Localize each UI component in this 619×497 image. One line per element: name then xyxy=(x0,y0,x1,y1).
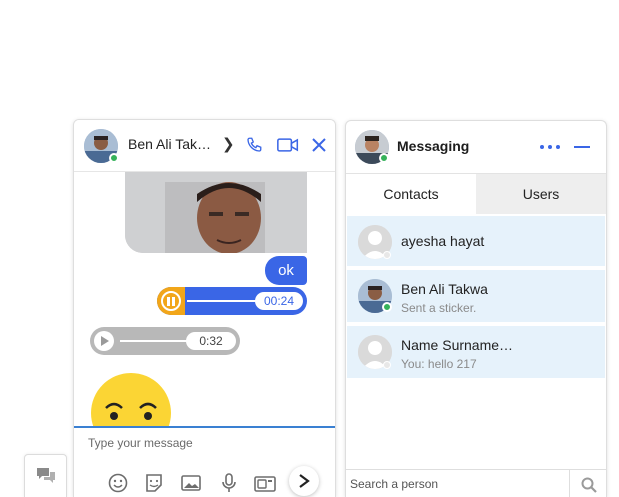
emoji-face-sticker-icon xyxy=(91,373,171,426)
tab-users[interactable]: Users xyxy=(476,174,606,214)
close-icon xyxy=(312,138,326,152)
minimize-button[interactable] xyxy=(574,146,590,148)
video-camera-icon xyxy=(277,138,299,152)
audio-progress-track[interactable] xyxy=(187,300,263,302)
message-composer xyxy=(74,426,335,497)
contact-last-message: You: hello 217 xyxy=(401,357,477,371)
contact-item[interactable]: Name Surname… You: hello 217 xyxy=(347,326,605,378)
chevron-right-icon[interactable]: ❯ xyxy=(222,135,235,153)
audio-duration: 00:24 xyxy=(255,292,303,310)
offline-indicator xyxy=(383,361,391,369)
message-input[interactable] xyxy=(88,434,318,452)
more-options-button[interactable] xyxy=(540,140,560,154)
image-button[interactable] xyxy=(180,472,202,494)
sticker-button[interactable] xyxy=(143,472,165,494)
play-button[interactable] xyxy=(94,331,114,351)
microphone-button[interactable] xyxy=(218,472,240,494)
contact-last-message: Sent a sticker. xyxy=(401,301,477,315)
online-indicator xyxy=(379,153,389,163)
outgoing-audio-message: 00:24 xyxy=(157,287,307,315)
video-call-button[interactable] xyxy=(277,134,299,156)
emoji-button[interactable] xyxy=(107,472,129,494)
offline-indicator xyxy=(383,251,391,259)
contact-item[interactable]: Ben Ali Takwa Sent a sticker. xyxy=(347,270,605,322)
chat-header: Ben Ali Tak… ❯ xyxy=(74,120,335,172)
messaging-panel: Messaging Contacts Users ayesha hayat Be… xyxy=(345,120,607,497)
contact-item[interactable]: ayesha hayat xyxy=(347,216,605,266)
tab-contacts[interactable]: Contacts xyxy=(346,174,476,214)
pause-icon xyxy=(167,296,175,306)
phone-icon xyxy=(247,137,262,152)
contact-name: Name Surname… xyxy=(401,337,514,353)
online-indicator xyxy=(109,153,119,163)
microphone-icon xyxy=(222,473,236,492)
camera-icon xyxy=(254,476,276,492)
messaging-header: Messaging xyxy=(346,121,606,173)
video-message-thumbnail[interactable] xyxy=(125,172,307,253)
search-icon xyxy=(581,477,597,493)
audio-progress-track[interactable] xyxy=(120,340,190,342)
contact-name: ayesha hayat xyxy=(401,233,485,249)
online-indicator xyxy=(382,302,392,312)
message-list[interactable]: ok 00:24 0:32 xyxy=(74,172,335,426)
incoming-audio-message: 0:32 xyxy=(90,327,240,355)
sticker-message[interactable] xyxy=(90,372,172,426)
image-icon xyxy=(181,475,201,491)
emoji-icon xyxy=(108,473,128,493)
send-button[interactable] xyxy=(289,466,319,496)
send-icon xyxy=(299,474,310,488)
search-bar xyxy=(346,469,606,497)
camera-button[interactable] xyxy=(254,472,276,494)
close-button[interactable] xyxy=(308,134,330,156)
phone-call-button[interactable] xyxy=(243,134,265,156)
search-button[interactable] xyxy=(569,470,606,497)
chat-contact-name[interactable]: Ben Ali Tak… xyxy=(128,136,211,152)
audio-duration: 0:32 xyxy=(186,332,236,350)
chat-window: Ben Ali Tak… ❯ ok 00:24 0:32 Type your m… xyxy=(73,119,336,497)
tab-bar: Contacts Users xyxy=(346,173,606,214)
contact-name: Ben Ali Takwa xyxy=(401,281,488,297)
chat-bubbles-icon xyxy=(36,468,55,483)
panel-title: Messaging xyxy=(397,138,470,154)
play-icon xyxy=(100,336,109,346)
pause-button[interactable] xyxy=(161,291,181,311)
chat-launcher-button[interactable] xyxy=(24,454,67,497)
outgoing-text-message: ok xyxy=(265,256,307,285)
search-input[interactable] xyxy=(350,474,565,494)
sticker-icon xyxy=(146,474,162,492)
